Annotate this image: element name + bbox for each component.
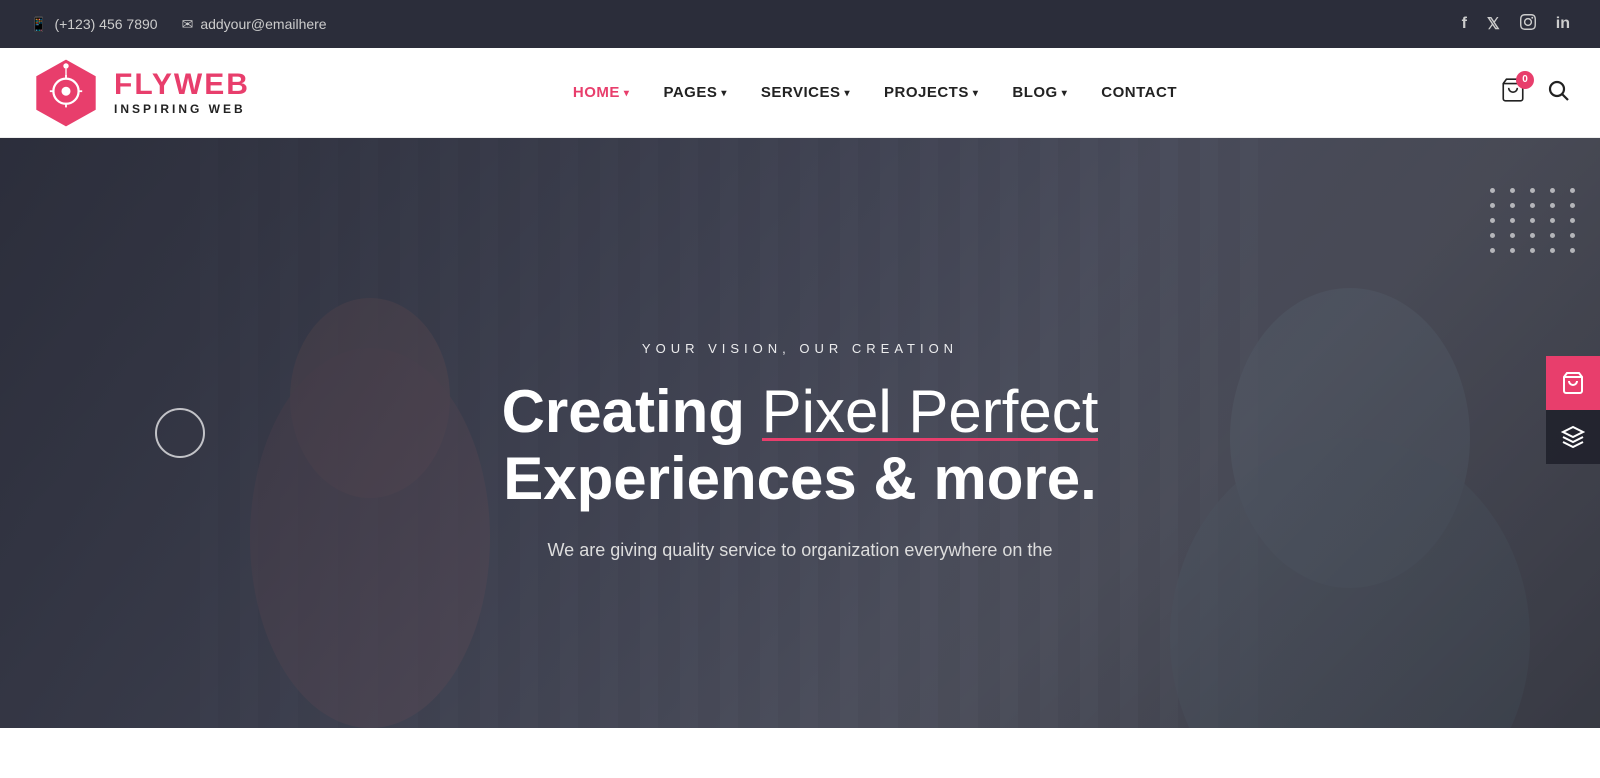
hero-title: Creating Pixel Perfect Experiences & mor… [502, 378, 1099, 512]
email-address: addyour@emailhere [200, 16, 326, 32]
phone-number: (+123) 456 7890 [54, 16, 157, 32]
floating-cart-button[interactable] [1546, 356, 1600, 410]
phone-icon: 📱 [30, 16, 47, 33]
floating-layers-button[interactable] [1546, 410, 1600, 464]
header-right: 0 [1500, 77, 1570, 109]
phone-contact: 📱 (+123) 456 7890 [30, 16, 158, 33]
nav-contact[interactable]: CONTACT [1087, 76, 1191, 109]
dot-grid-decoration [1490, 188, 1580, 253]
top-bar: 📱 (+123) 456 7890 ✉ addyour@emailhere f … [0, 0, 1600, 48]
hero-content: YOUR VISION, OUR CREATION Creating Pixel… [0, 138, 1600, 728]
search-icon [1546, 78, 1570, 102]
social-links: f 𝕏 in [1462, 14, 1570, 35]
floating-layers-icon [1561, 425, 1585, 449]
cart-button[interactable]: 0 [1500, 77, 1526, 109]
hero-tagline: YOUR VISION, OUR CREATION [642, 341, 958, 356]
linkedin-link[interactable]: in [1556, 15, 1570, 33]
logo-area[interactable]: FLYWEB INSPIRING WEB [30, 57, 250, 129]
facebook-link[interactable]: f [1462, 15, 1467, 33]
hero-subtitle: We are giving quality service to organiz… [548, 536, 1053, 565]
projects-chevron: ▾ [973, 88, 979, 99]
nav-blog[interactable]: BLOG ▾ [998, 76, 1081, 109]
search-button[interactable] [1546, 78, 1570, 108]
hero-title-line2: Experiences & more. [503, 445, 1097, 512]
circle-decoration [155, 408, 205, 458]
logo-text-block: FLYWEB INSPIRING WEB [114, 70, 250, 116]
pages-chevron: ▾ [721, 88, 727, 99]
cart-badge: 0 [1516, 71, 1534, 89]
nav-projects[interactable]: PROJECTS ▾ [870, 76, 992, 109]
logo-subtitle: INSPIRING WEB [114, 102, 250, 116]
logo-title: FLYWEB [114, 70, 250, 100]
hero-title-highlight: Pixel Perfect [762, 378, 1099, 445]
home-chevron: ▾ [624, 88, 630, 99]
services-chevron: ▾ [844, 88, 850, 99]
twitter-link[interactable]: 𝕏 [1487, 14, 1500, 34]
top-bar-left: 📱 (+123) 456 7890 ✉ addyour@emailhere [30, 16, 327, 33]
email-contact: ✉ addyour@emailhere [182, 16, 327, 33]
header: FLYWEB INSPIRING WEB HOME ▾ PAGES ▾ SERV… [0, 48, 1600, 138]
floating-cart-icon [1561, 371, 1585, 395]
instagram-link[interactable] [1520, 14, 1536, 35]
email-icon: ✉ [182, 16, 194, 33]
hero-section: YOUR VISION, OUR CREATION Creating Pixel… [0, 138, 1600, 728]
nav-home[interactable]: HOME ▾ [559, 76, 644, 109]
main-nav: HOME ▾ PAGES ▾ SERVICES ▾ PROJECTS ▾ BLO… [559, 76, 1191, 109]
logo-icon [30, 57, 102, 129]
nav-services[interactable]: SERVICES ▾ [747, 76, 864, 109]
blog-chevron: ▾ [1062, 88, 1068, 99]
nav-pages[interactable]: PAGES ▾ [649, 76, 740, 109]
hero-title-bold: Creating [502, 378, 762, 445]
